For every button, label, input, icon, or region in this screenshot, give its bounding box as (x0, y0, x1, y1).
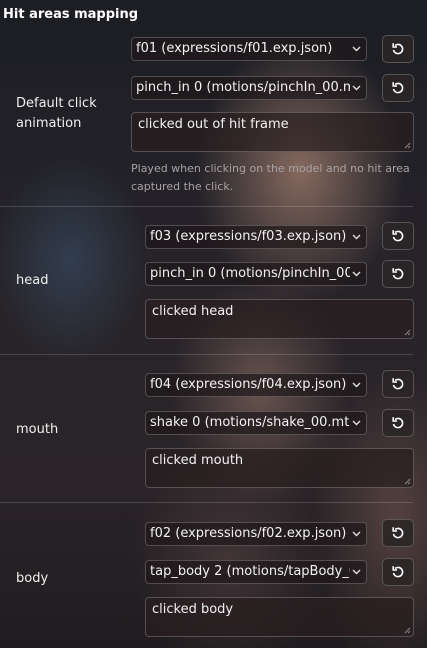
message-text: clicked mouth (152, 453, 244, 468)
hint-text: Played when clicking on the model and no… (131, 162, 410, 193)
message-textarea[interactable]: clicked head (145, 299, 414, 339)
chevron-down-icon (352, 85, 361, 91)
section-divider (0, 206, 413, 207)
resize-grip-icon[interactable] (404, 329, 411, 336)
expression-select-value: f03 (expressions/f03.exp.json) (150, 229, 347, 244)
message-text: clicked body (152, 602, 234, 617)
chevron-down-icon (352, 569, 361, 575)
reset-expression-button[interactable] (382, 222, 414, 250)
reset-motion-button[interactable] (382, 260, 414, 288)
chevron-down-icon (352, 420, 361, 426)
reset-motion-button[interactable] (382, 409, 414, 437)
expression-select[interactable]: f01 (expressions/f01.exp.json) (131, 37, 367, 61)
chevron-down-icon (352, 382, 361, 388)
message-text: clicked out of hit frame (138, 117, 289, 132)
resize-grip-icon[interactable] (404, 627, 411, 634)
motion-select[interactable]: pinch_in 0 (motions/pinchIn_00.mtn) (145, 262, 367, 286)
resize-grip-icon[interactable] (404, 142, 411, 149)
reset-icon (392, 527, 404, 539)
section-divider (0, 502, 413, 503)
section-label: Default click animation (16, 96, 97, 131)
reset-motion-button[interactable] (382, 558, 414, 586)
chevron-down-icon (352, 271, 361, 277)
reset-icon (392, 82, 404, 94)
expression-select[interactable]: f04 (expressions/f04.exp.json) (145, 373, 367, 397)
section-label: head (16, 273, 49, 288)
reset-icon (392, 268, 404, 280)
message-textarea[interactable]: clicked mouth (145, 448, 414, 488)
expression-select-value: f04 (expressions/f04.exp.json) (150, 377, 347, 392)
message-textarea[interactable]: clicked body (145, 597, 414, 637)
expression-select[interactable]: f02 (expressions/f02.exp.json) (145, 522, 367, 546)
section-divider (0, 354, 413, 355)
chevron-down-icon (352, 234, 361, 240)
reset-expression-button[interactable] (382, 519, 414, 547)
chevron-down-icon (352, 46, 361, 52)
section-label: body (16, 571, 49, 586)
expression-select-value: f01 (expressions/f01.exp.json) (136, 41, 333, 56)
reset-expression-button[interactable] (382, 370, 414, 398)
reset-motion-button[interactable] (382, 74, 414, 102)
expression-select-value: f02 (expressions/f02.exp.json) (150, 526, 347, 541)
motion-select[interactable]: pinch_in 0 (motions/pinchIn_00.mtn) (131, 76, 367, 100)
motion-select-value: tap_body 2 (motions/tapBody_02.mtn) (150, 564, 350, 579)
reset-icon (392, 378, 404, 390)
reset-icon (392, 417, 404, 429)
reset-icon (392, 566, 404, 578)
motion-select[interactable]: tap_body 2 (motions/tapBody_02.mtn) (145, 560, 367, 584)
motion-select-value: pinch_in 0 (motions/pinchIn_00.mtn) (150, 266, 350, 281)
motion-select-value: shake 0 (motions/shake_00.mtn) (150, 415, 350, 430)
reset-expression-button[interactable] (382, 35, 414, 63)
message-textarea[interactable]: clicked out of hit frame (131, 112, 414, 152)
motion-select-value: pinch_in 0 (motions/pinchIn_00.mtn) (136, 80, 350, 95)
reset-icon (392, 230, 404, 242)
message-text: clicked head (152, 304, 234, 319)
resize-grip-icon[interactable] (404, 478, 411, 485)
chevron-down-icon (352, 531, 361, 537)
motion-select[interactable]: shake 0 (motions/shake_00.mtn) (145, 411, 367, 435)
expression-select[interactable]: f03 (expressions/f03.exp.json) (145, 225, 367, 249)
section-label: mouth (16, 422, 59, 437)
panel-title: Hit areas mapping (3, 7, 139, 22)
reset-icon (392, 43, 404, 55)
